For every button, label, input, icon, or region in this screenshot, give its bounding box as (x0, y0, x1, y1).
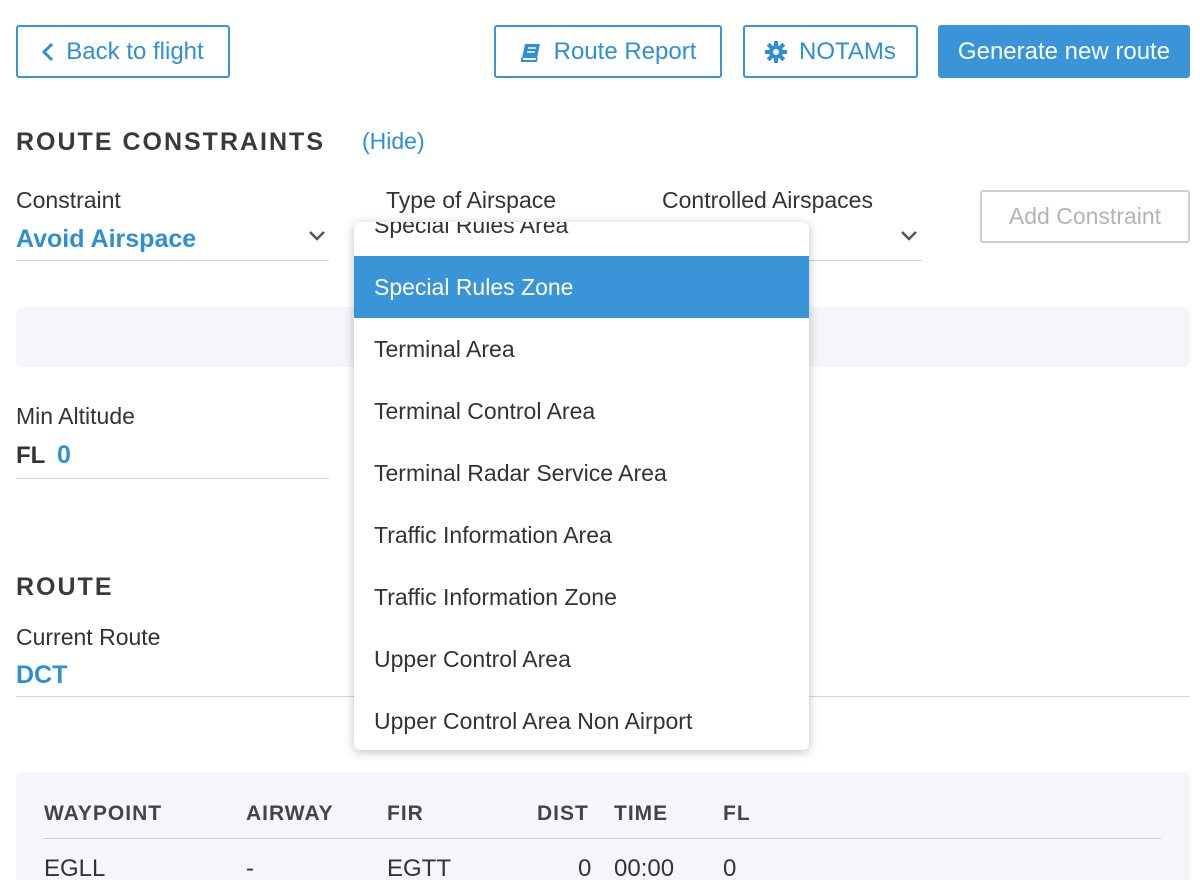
gear-icon (765, 40, 788, 63)
add-constraint-button[interactable]: Add Constraint (980, 190, 1190, 243)
dropdown-option-traffic-information-zone[interactable]: Traffic Information Zone (354, 566, 809, 628)
notams-button[interactable]: NOTAMs (743, 25, 918, 78)
back-to-flight-label: Back to flight (66, 37, 204, 65)
constraint-underline (16, 260, 329, 261)
chevron-down-icon[interactable] (307, 229, 327, 243)
table-cell-fir: EGTT (387, 855, 451, 880)
route-table (16, 772, 1190, 880)
min-altitude-input[interactable]: 0 (57, 441, 71, 470)
table-header-dist: DIST (537, 802, 589, 825)
notams-label: NOTAMs (799, 37, 896, 65)
controlled-airspaces-label: Controlled Airspaces (662, 187, 873, 213)
table-cell-airway: - (246, 855, 254, 880)
min-altitude-label: Min Altitude (16, 403, 135, 429)
chevron-down-icon[interactable] (899, 229, 919, 243)
dropdown-option-terminal-radar-service-area[interactable]: Terminal Radar Service Area (354, 442, 809, 504)
airspace-type-label: Type of Airspace (386, 187, 557, 213)
constraint-select[interactable]: Avoid Airspace (16, 225, 196, 254)
current-route-label: Current Route (16, 624, 161, 650)
generate-route-label: Generate new route (957, 37, 1171, 65)
dropdown-option-terminal-control-area[interactable]: Terminal Control Area (354, 380, 809, 442)
table-header-fl: FL (723, 802, 751, 825)
table-cell-time: 00:00 (614, 855, 675, 880)
table-cell-waypoint: EGLL (44, 855, 106, 880)
table-header-waypoint: WAYPOINT (44, 802, 163, 825)
table-header-divider (44, 838, 1161, 839)
airspace-type-dropdown[interactable]: Special Rules Area Special Rules Zone Te… (354, 222, 809, 750)
book-icon (520, 43, 540, 62)
dropdown-option-special-rules-area[interactable]: Special Rules Area (354, 222, 809, 256)
chevron-left-icon (42, 42, 54, 61)
dropdown-option-upper-control-area[interactable]: Upper Control Area (354, 628, 809, 690)
route-report-label: Route Report (553, 37, 697, 65)
back-to-flight-button[interactable]: Back to flight (16, 25, 230, 78)
table-cell-dist: 0 (578, 855, 592, 880)
route-report-button[interactable]: Route Report (494, 25, 722, 78)
route-title: ROUTE (16, 573, 114, 601)
constraint-label: Constraint (16, 187, 121, 213)
dropdown-option-upper-control-area-non-airport[interactable]: Upper Control Area Non Airport (354, 690, 809, 750)
generate-route-button[interactable]: Generate new route (938, 25, 1190, 78)
hide-constraints-link[interactable]: (Hide) (362, 128, 425, 155)
table-header-fir: FIR (387, 802, 424, 825)
dropdown-option-terminal-area[interactable]: Terminal Area (354, 318, 809, 380)
fl-prefix: FL (16, 442, 46, 469)
table-cell-fl: 0 (723, 855, 737, 880)
dropdown-option-traffic-information-area[interactable]: Traffic Information Area (354, 504, 809, 566)
dropdown-option-special-rules-zone[interactable]: Special Rules Zone (354, 256, 809, 318)
table-header-airway: AIRWAY (246, 802, 334, 825)
table-header-time: TIME (614, 802, 669, 825)
route-constraints-title: ROUTE CONSTRAINTS (16, 128, 325, 156)
min-altitude-underline (16, 478, 329, 479)
current-route-value[interactable]: DCT (16, 661, 67, 690)
